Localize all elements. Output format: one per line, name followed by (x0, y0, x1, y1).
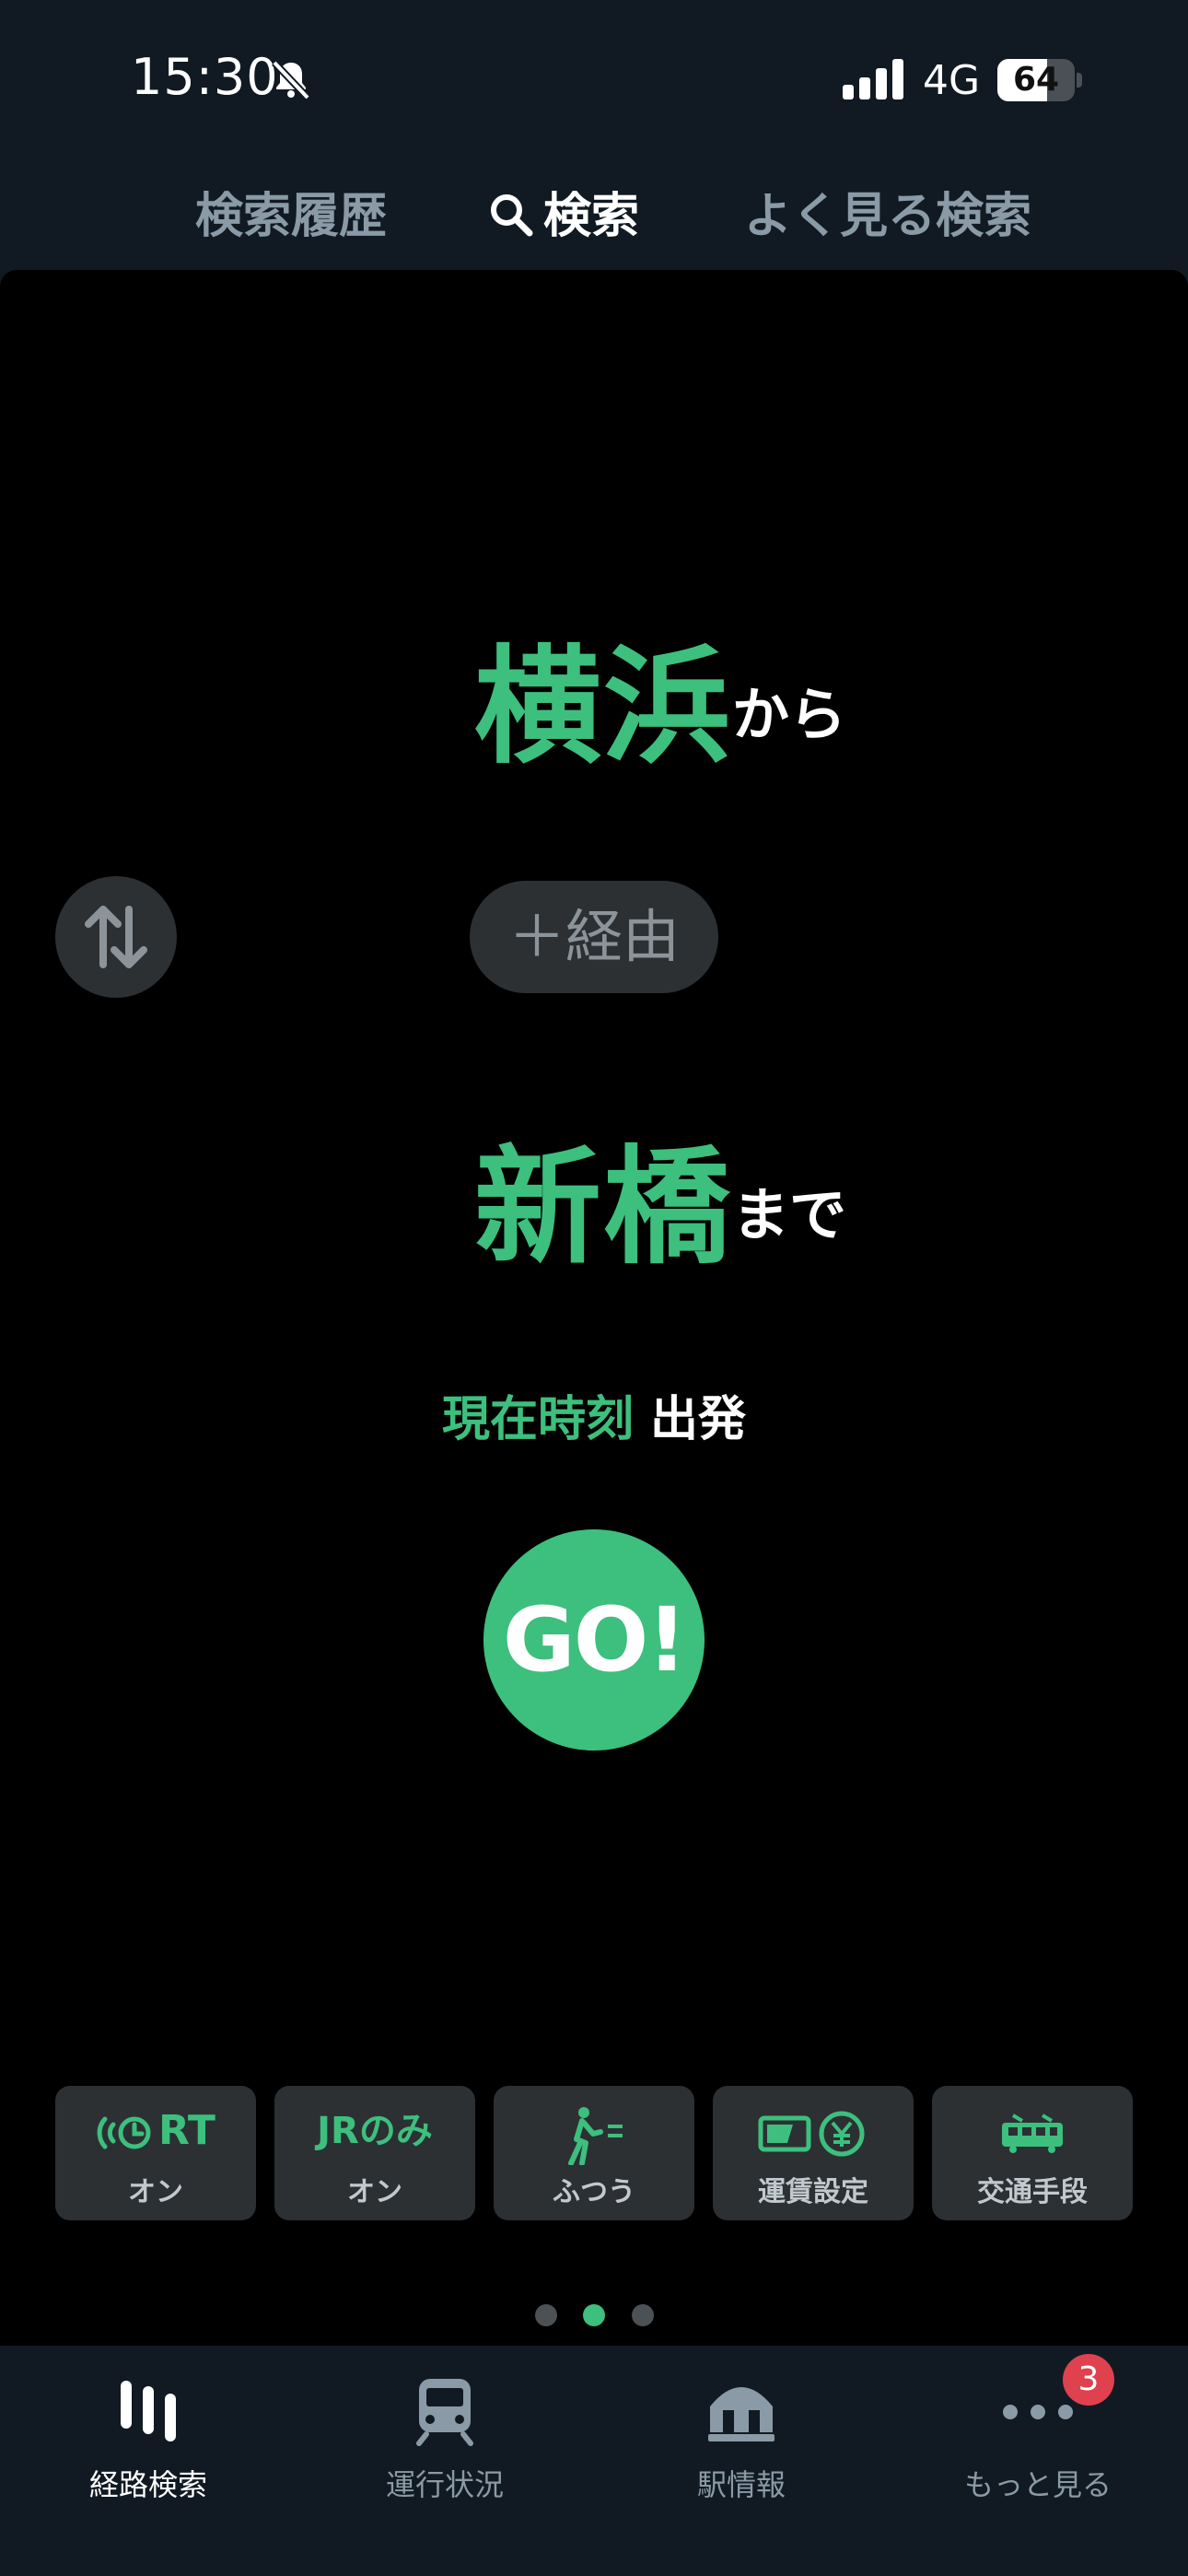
train-front-icon (416, 2379, 473, 2446)
nav-more-label: もっと見る (963, 2467, 1112, 2502)
option-realtime[interactable]: RT オン (55, 2086, 256, 2220)
realtime-icon (97, 2116, 151, 2149)
option-fare-settings-label: 運賃設定 (758, 2176, 868, 2208)
nav-route-search-label: 経路検索 (88, 2467, 207, 2502)
nav-route-search[interactable]: 経路検索 (0, 2364, 297, 2512)
swap-button[interactable] (55, 876, 177, 998)
top-tabs: 検索履歴 検索 よく見る検索 (0, 166, 1188, 258)
status-time: 15:30 (131, 48, 279, 106)
signal-icon (843, 59, 903, 100)
option-fare-settings[interactable]: 運賃設定 (713, 2086, 914, 2220)
status-bar: 15:30 4G 64 (0, 0, 1188, 138)
tab-search[interactable]: 検索 (543, 177, 639, 246)
from-suffix: から (732, 681, 847, 748)
option-realtime-state: オン (128, 2176, 183, 2208)
page-dot[interactable] (535, 2304, 557, 2326)
nav-station-info-label: 駅情報 (696, 2467, 786, 2502)
tab-favorites[interactable]: よく見る検索 (744, 177, 1031, 246)
realtime-label: RT (158, 2107, 215, 2154)
station-icon (708, 2387, 775, 2441)
route-search-icon (121, 2381, 176, 2441)
nav-more[interactable]: もっと見る (890, 2364, 1186, 2512)
fare-card-yen-icon (758, 2111, 865, 2157)
nav-service-status-label: 運行状況 (385, 2467, 504, 2502)
battery-level: 64 (1012, 61, 1060, 99)
add-via-button[interactable]: ＋経由 (470, 881, 718, 993)
bottom-nav: 経路検索 運行状況 駅情報 もっと見る (0, 2346, 1188, 2576)
nav-service-status[interactable]: 運行状況 (297, 2364, 593, 2512)
swap-icon (85, 906, 147, 968)
option-jr-only[interactable]: JRのみ オン (274, 2086, 475, 2220)
from-station[interactable]: 横浜 (474, 603, 732, 788)
jr-only-label: JRのみ (317, 2110, 433, 2152)
option-walk-speed-label: ふつう (553, 2176, 635, 2208)
train-icon (1002, 2113, 1063, 2153)
network-type: 4G (923, 57, 981, 104)
search-options: RT オン JRのみ オン ふつう 運賃設定 交通手段 (55, 2086, 1133, 2220)
nav-station-info[interactable]: 駅情報 (593, 2364, 890, 2512)
page-dot[interactable] (632, 2304, 654, 2326)
notification-badge: 3 (1063, 2354, 1114, 2406)
option-jr-only-state: オン (347, 2176, 402, 2208)
departure-time-selector[interactable]: 現在時刻 出発 (0, 1380, 1188, 1449)
go-button[interactable]: GO! (483, 1529, 705, 1751)
page-dot-active[interactable] (583, 2304, 605, 2326)
option-transport-mode[interactable]: 交通手段 (932, 2086, 1133, 2220)
option-walk-speed[interactable]: ふつう (494, 2086, 694, 2220)
search-icon (491, 194, 533, 237)
battery-icon: 64 (997, 59, 1082, 101)
time-value: 現在時刻 (441, 1392, 634, 1447)
walking-icon (568, 2107, 623, 2165)
page-indicator (0, 2304, 1188, 2332)
search-panel: 横浜 から ＋経由 新橋 まで 現在時刻 出発 GO! RT オン JRのみ オ… (0, 270, 1188, 2346)
option-transport-mode-label: 交通手段 (977, 2176, 1088, 2208)
to-suffix: まで (732, 1181, 847, 1248)
bell-muted-icon (272, 60, 310, 100)
to-station[interactable]: 新橋 (474, 1104, 732, 1288)
time-type: 出発 (650, 1392, 747, 1447)
tab-history[interactable]: 検索履歴 (195, 177, 387, 246)
